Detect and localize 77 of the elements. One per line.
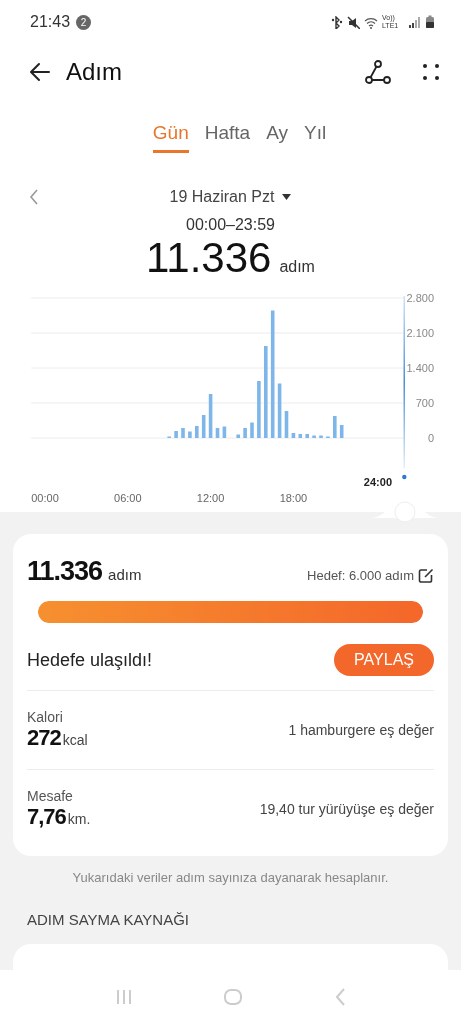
bar xyxy=(319,435,323,438)
step-count: 11.336 xyxy=(27,556,103,587)
bar xyxy=(257,381,261,438)
x-tick-label: 00:00 xyxy=(31,492,59,504)
step-unit: adım xyxy=(108,566,142,583)
back-icon xyxy=(28,60,52,84)
section-header: ADIM SAYMA KAYNAĞI xyxy=(27,911,190,928)
equivalent-text: 19,40 tur yürüyüşe eş değer xyxy=(259,801,434,817)
bluetooth-icon xyxy=(330,15,343,29)
goal-message: Hedefe ulaşıldı! xyxy=(27,649,153,671)
bar xyxy=(250,422,254,438)
y-tick-label: 2.100 xyxy=(406,327,434,339)
recent-apps-icon[interactable] xyxy=(115,988,132,1006)
y-tick-label: 700 xyxy=(415,397,434,409)
x-tick-label: 06:00 xyxy=(114,492,142,504)
battery-icon xyxy=(425,15,435,29)
edit-icon xyxy=(418,567,434,584)
current-time-dot xyxy=(402,474,407,480)
edit-goal-button[interactable] xyxy=(418,567,434,584)
bar xyxy=(181,428,185,438)
date-selector[interactable]: 19 Haziran Pzt xyxy=(169,188,292,206)
footnote: Yukarıdaki veriler adım sayınıza dayanarak hesaplanır. xyxy=(71,870,390,885)
metric-label: Mesafe xyxy=(27,788,74,804)
bar xyxy=(208,394,213,438)
bar xyxy=(284,411,289,438)
bar xyxy=(236,434,240,438)
time-range: 00:00–23:59 xyxy=(185,216,276,234)
bar xyxy=(215,428,220,438)
signal-icon xyxy=(408,15,421,29)
previous-button[interactable] xyxy=(29,189,39,205)
status-time: 21:43 xyxy=(30,13,71,31)
chevron-left-icon xyxy=(29,189,39,205)
bar xyxy=(188,431,192,438)
bar xyxy=(201,415,206,438)
bar xyxy=(298,434,303,438)
mute-icon xyxy=(347,15,360,29)
bar xyxy=(312,435,316,438)
current-time-label: 24:00 xyxy=(363,476,392,488)
bar xyxy=(339,425,344,438)
goal-label: Hedef: 6.000 adım xyxy=(307,568,414,583)
metric-value: 272 xyxy=(27,725,61,751)
period-tab[interactable]: Gün xyxy=(152,120,189,153)
more-icon xyxy=(421,62,441,82)
wifi-icon xyxy=(364,15,378,29)
metric-unit: km. xyxy=(67,811,91,827)
bar xyxy=(174,431,178,438)
route-button[interactable] xyxy=(365,60,391,84)
notification-badge: 2 xyxy=(76,14,92,30)
period-tab[interactable]: Yıl xyxy=(304,120,327,153)
more-button[interactable] xyxy=(421,62,441,82)
bar xyxy=(222,426,227,438)
step-unit: adım xyxy=(279,258,315,276)
bar xyxy=(333,416,337,438)
y-tick-label: 2.800 xyxy=(406,292,434,304)
route-icon xyxy=(365,60,391,84)
metric-label: Kalori xyxy=(27,709,64,725)
share-button[interactable]: PAYLAŞ xyxy=(334,644,434,676)
bar xyxy=(305,434,309,438)
period-tab[interactable]: Ay xyxy=(266,120,288,153)
x-tick-label: 12:00 xyxy=(196,492,225,504)
y-tick-label: 0 xyxy=(427,432,434,444)
step-count: 11.336 xyxy=(146,234,272,282)
metric-value: 7,76 xyxy=(27,804,66,830)
bar xyxy=(291,433,296,438)
caret-icon xyxy=(282,194,292,200)
period-tab[interactable]: Hafta xyxy=(204,120,251,153)
bar xyxy=(277,383,282,438)
bar xyxy=(195,426,199,438)
x-tick-label: 18:00 xyxy=(279,492,308,504)
back-button[interactable] xyxy=(28,60,52,84)
home-icon[interactable] xyxy=(222,988,243,1006)
page-title: Adım xyxy=(66,58,122,86)
y-tick-label: 1.400 xyxy=(406,362,434,374)
back-icon[interactable] xyxy=(333,988,346,1006)
equivalent-text: 1 hamburgere eş değer xyxy=(288,722,434,738)
bar xyxy=(243,428,247,438)
metric-unit: kcal xyxy=(62,732,88,748)
